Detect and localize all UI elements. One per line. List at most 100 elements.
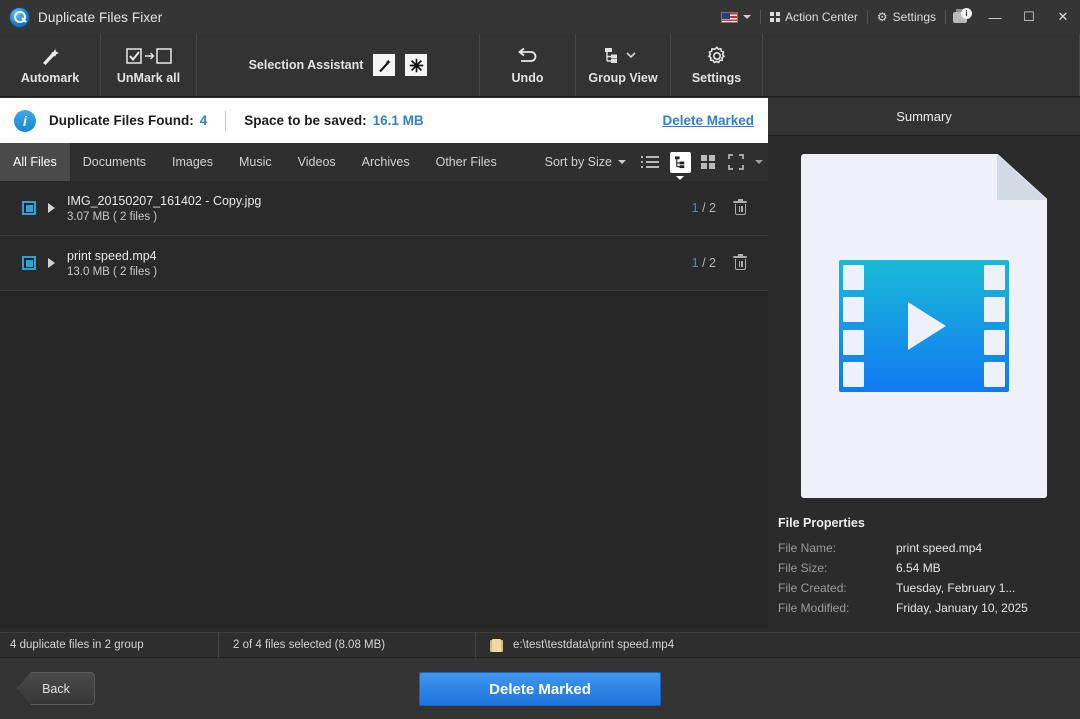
file-properties-title: File Properties (778, 516, 1080, 530)
filter-tab-bar: All Files Documents Images Music Videos … (0, 143, 768, 181)
view-more-button[interactable] (750, 143, 768, 181)
info-banner: i Duplicate Files Found: 4 Space to be s… (0, 98, 768, 143)
status-path: e:\test\testdata\print speed.mp4 (513, 639, 674, 651)
summary-header: Summary (768, 98, 1080, 136)
table-row[interactable]: IMG_20150207_161402 - Copy.jpg 3.07 MB (… (0, 181, 768, 236)
file-preview (768, 136, 1080, 498)
delete-marked-button[interactable]: Delete Marked (419, 672, 661, 706)
toolbar-settings-button[interactable]: Settings (671, 34, 763, 96)
title-bar-right-group: Action Center ⚙ Settings i — ☐ ✕ (712, 0, 1080, 34)
space-saved-value: 16.1 MB (373, 113, 424, 128)
list-view-icon (646, 156, 659, 168)
toolbar-filler (763, 34, 1080, 96)
selection-assistant-label: Selection Assistant (249, 58, 364, 72)
chevron-right-icon[interactable] (48, 258, 55, 268)
trash-icon[interactable] (732, 199, 750, 217)
view-tree-button[interactable] (666, 143, 694, 181)
titlebar-settings-button[interactable]: ⚙ Settings (868, 0, 945, 34)
property-value: Friday, January 10, 2025 (896, 598, 1028, 618)
action-center-button[interactable]: Action Center (761, 0, 867, 34)
automark-button[interactable]: Automark (0, 34, 101, 96)
toolbar-settings-label: Settings (692, 71, 741, 85)
property-key: File Created: (778, 578, 896, 598)
info-circle-icon: i (14, 110, 36, 132)
play-triangle-icon (908, 302, 946, 350)
property-key: File Name: (778, 538, 896, 558)
tab-documents[interactable]: Documents (70, 143, 159, 181)
duplicates-found-label: Duplicate Files Found: (49, 113, 194, 128)
back-button[interactable]: Back (17, 672, 95, 705)
trash-icon[interactable] (732, 254, 750, 272)
maximize-button[interactable]: ☐ (1012, 0, 1046, 34)
film-perforations-left (843, 265, 864, 387)
device-notification-icon[interactable]: i (952, 8, 972, 26)
gear-icon: ⚙ (877, 11, 888, 23)
space-saved-label: Space to be saved: (244, 113, 366, 128)
property-key: File Modified: (778, 598, 896, 618)
row-info: print speed.mp4 13.0 MB ( 2 files ) (67, 249, 157, 278)
property-row: File Created: Tuesday, February 1... (778, 578, 1080, 598)
property-value: 6.54 MB (896, 558, 941, 578)
view-expand-button[interactable] (722, 143, 750, 181)
grid-squares-icon (770, 12, 780, 22)
table-row[interactable]: print speed.mp4 13.0 MB ( 2 files ) 1 / … (0, 236, 768, 291)
title-bar: Duplicate Files Fixer Action Center ⚙ Se… (0, 0, 1080, 34)
property-value: print speed.mp4 (896, 538, 982, 558)
duplicates-found-value: 4 (200, 113, 208, 128)
selection-count: 1 / 2 (692, 201, 716, 215)
gear-icon (706, 45, 728, 67)
selected-count: 1 (692, 201, 699, 215)
expand-view-icon (728, 154, 744, 170)
close-button[interactable]: ✕ (1046, 0, 1080, 34)
selection-count: 1 / 2 (692, 256, 716, 270)
view-list-button[interactable] (638, 143, 666, 181)
app-title: Duplicate Files Fixer (38, 10, 162, 25)
sort-by-dropdown[interactable]: Sort by Size (533, 143, 638, 181)
file-list-empty-area (0, 291, 768, 628)
group-view-label: Group View (588, 71, 657, 85)
film-strip-shape (839, 260, 1009, 392)
delete-marked-link[interactable]: Delete Marked (662, 113, 754, 128)
tab-music[interactable]: Music (226, 143, 285, 181)
selection-assistant-wand-button[interactable] (373, 54, 395, 76)
file-name: IMG_20150207_161402 - Copy.jpg (67, 194, 261, 208)
tab-all-files[interactable]: All Files (0, 143, 70, 181)
tab-images[interactable]: Images (159, 143, 226, 181)
magnifier-logo-icon (10, 8, 29, 27)
selection-assistant-tools-button[interactable] (405, 54, 427, 76)
titlebar-settings-label: Settings (893, 10, 936, 24)
tree-view-icon (670, 152, 691, 173)
total-count: / 2 (702, 256, 716, 270)
folder-icon (490, 638, 503, 652)
minimize-button[interactable]: — (978, 0, 1012, 34)
language-selector[interactable] (712, 0, 760, 34)
tab-archives[interactable]: Archives (349, 143, 423, 181)
status-bar: 4 duplicate files in 2 group 2 of 4 file… (0, 632, 1080, 658)
property-row: File Name: print speed.mp4 (778, 538, 1080, 558)
file-meta: 3.07 MB ( 2 files ) (67, 211, 261, 223)
film-perforations-right (984, 265, 1005, 387)
tree-list-icon (603, 45, 643, 67)
view-grid-button[interactable] (694, 143, 722, 181)
row-checkbox[interactable] (22, 201, 36, 215)
trash-can (735, 259, 746, 270)
selected-count: 1 (692, 256, 699, 270)
property-value: Tuesday, February 1... (896, 578, 1015, 598)
trash-lid (733, 201, 747, 203)
tab-videos[interactable]: Videos (285, 143, 349, 181)
caret-down-icon (755, 160, 763, 164)
row-checkbox[interactable] (22, 256, 36, 270)
status-path-group: e:\test\testdata\print speed.mp4 (476, 632, 1080, 658)
trash-can (735, 204, 746, 215)
trash-lid (733, 256, 747, 258)
file-meta: 13.0 MB ( 2 files ) (67, 266, 157, 278)
unmark-all-label: UnMark all (117, 71, 180, 85)
tab-other-files[interactable]: Other Files (423, 143, 510, 181)
chevron-right-icon[interactable] (48, 203, 55, 213)
summary-panel: Summary File Properties File Name: print… (768, 98, 1080, 628)
undo-label: Undo (512, 71, 544, 85)
video-file-icon (801, 154, 1047, 498)
undo-button[interactable]: Undo (480, 34, 576, 96)
group-view-button[interactable]: Group View (576, 34, 671, 96)
unmark-all-button[interactable]: UnMark all (101, 34, 197, 96)
